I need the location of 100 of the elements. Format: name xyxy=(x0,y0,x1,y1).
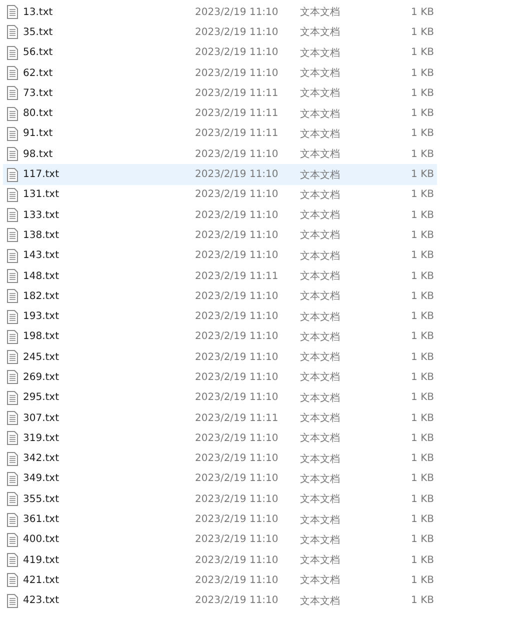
file-name: 117.txt xyxy=(23,169,60,180)
text-file-icon xyxy=(7,46,18,60)
file-date: 2023/2/19 11:10 xyxy=(195,331,280,342)
file-date: 2023/2/19 11:10 xyxy=(195,148,280,160)
file-date: 2023/2/19 11:10 xyxy=(195,514,280,526)
file-name: 80.txt xyxy=(23,108,53,120)
file-type: 文本文档 xyxy=(300,208,341,222)
text-file-icon xyxy=(7,289,18,304)
file-date: 2023/2/19 11:10 xyxy=(195,534,280,546)
file-type: 文本文档 xyxy=(300,492,341,506)
file-type: 文本文档 xyxy=(300,472,341,486)
file-row[interactable]: 355.txt 2023/2/19 11:10 文本文档 1 KB xyxy=(3,489,437,510)
text-file-icon xyxy=(7,532,18,547)
text-file-icon xyxy=(7,390,18,405)
file-name: 193.txt xyxy=(23,311,60,322)
file-row[interactable]: 198.txt 2023/2/19 11:10 文本文档 1 KB xyxy=(3,326,437,348)
file-date: 2023/2/19 11:11 xyxy=(195,108,280,120)
file-name: 98.txt xyxy=(23,148,53,160)
file-size: 1 KB xyxy=(410,554,435,566)
file-size: 1 KB xyxy=(410,148,435,160)
file-date: 2023/2/19 11:10 xyxy=(195,230,280,241)
file-name: 245.txt xyxy=(23,352,60,363)
file-date: 2023/2/19 11:10 xyxy=(195,6,280,18)
text-file-icon xyxy=(7,330,18,344)
file-type: 文本文档 xyxy=(300,594,341,608)
file-row[interactable]: 319.txt 2023/2/19 11:10 文本文档 1 KB xyxy=(3,428,437,449)
file-type: 文本文档 xyxy=(300,188,341,202)
file-row[interactable]: 98.txt 2023/2/19 11:10 文本文档 1 KB xyxy=(3,144,437,164)
file-row[interactable]: 131.txt 2023/2/19 11:10 文本文档 1 KB xyxy=(3,184,437,205)
file-row[interactable]: 56.txt 2023/2/19 11:10 文本文档 1 KB xyxy=(3,42,437,63)
file-date: 2023/2/19 11:11 xyxy=(195,88,280,99)
file-row[interactable]: 361.txt 2023/2/19 11:10 文本文档 1 KB xyxy=(3,509,437,530)
file-type: 文本文档 xyxy=(300,86,341,100)
text-file-icon xyxy=(7,25,18,40)
file-row[interactable]: 117.txt 2023/2/19 11:10 文本文档 1 KB xyxy=(3,164,437,185)
file-type: 文本文档 xyxy=(300,66,341,80)
file-name: 131.txt xyxy=(23,189,60,200)
text-file-icon xyxy=(7,66,18,80)
file-size: 1 KB xyxy=(410,128,435,140)
file-size: 1 KB xyxy=(410,6,435,18)
text-file-icon xyxy=(7,228,18,242)
file-date: 2023/2/19 11:10 xyxy=(195,68,280,79)
file-row[interactable]: 307.txt 2023/2/19 11:11 文本文档 1 KB xyxy=(3,408,437,428)
file-type: 文本文档 xyxy=(300,432,341,446)
file-size: 1 KB xyxy=(410,189,435,200)
file-row[interactable]: 400.txt 2023/2/19 11:10 文本文档 1 KB xyxy=(3,530,437,550)
file-type: 文本文档 xyxy=(300,574,341,588)
file-row[interactable]: 91.txt 2023/2/19 11:11 文本文档 1 KB xyxy=(3,124,437,144)
file-row[interactable]: 80.txt 2023/2/19 11:11 文本文档 1 KB xyxy=(3,103,437,124)
file-row[interactable]: 193.txt 2023/2/19 11:10 文本文档 1 KB xyxy=(3,306,437,327)
file-type: 文本文档 xyxy=(300,534,341,547)
file-size: 1 KB xyxy=(410,372,435,383)
text-file-icon xyxy=(7,512,18,527)
file-type: 文本文档 xyxy=(300,514,341,527)
file-name: 198.txt xyxy=(23,331,60,342)
file-row[interactable]: 182.txt 2023/2/19 11:10 文本文档 1 KB xyxy=(3,286,437,306)
file-type: 文本文档 xyxy=(300,330,341,344)
file-row[interactable]: 419.txt 2023/2/19 11:10 文本文档 1 KB xyxy=(3,550,437,570)
file-name: 423.txt xyxy=(23,595,60,606)
file-size: 1 KB xyxy=(410,432,435,444)
file-size: 1 KB xyxy=(410,534,435,546)
file-row[interactable]: 342.txt 2023/2/19 11:10 文本文档 1 KB xyxy=(3,448,437,469)
file-name: 269.txt xyxy=(23,372,60,383)
file-type: 文本文档 xyxy=(300,250,341,263)
file-row[interactable]: 245.txt 2023/2/19 11:10 文本文档 1 KB xyxy=(3,347,437,368)
file-row[interactable]: 349.txt 2023/2/19 11:10 文本文档 1 KB xyxy=(3,468,437,490)
file-row[interactable]: 148.txt 2023/2/19 11:11 文本文档 1 KB xyxy=(3,266,437,286)
file-row[interactable]: 295.txt 2023/2/19 11:10 文本文档 1 KB xyxy=(3,388,437,408)
text-file-icon xyxy=(7,452,18,466)
file-name: 400.txt xyxy=(23,534,60,546)
file-date: 2023/2/19 11:10 xyxy=(195,595,280,606)
file-name: 307.txt xyxy=(23,412,60,424)
file-name: 342.txt xyxy=(23,453,60,464)
file-row[interactable]: 143.txt 2023/2/19 11:10 文本文档 1 KB xyxy=(3,246,437,266)
file-row[interactable]: 73.txt 2023/2/19 11:11 文本文档 1 KB xyxy=(3,83,437,104)
file-row[interactable]: 423.txt 2023/2/19 11:10 文本文档 1 KB xyxy=(3,590,437,611)
file-type: 文本文档 xyxy=(300,392,341,405)
text-file-icon xyxy=(7,188,18,202)
file-name: 421.txt xyxy=(23,574,60,586)
file-row[interactable]: 269.txt 2023/2/19 11:10 文本文档 1 KB xyxy=(3,367,437,388)
file-row[interactable]: 133.txt 2023/2/19 11:10 文本文档 1 KB xyxy=(3,204,437,226)
file-size: 1 KB xyxy=(410,595,435,606)
file-row[interactable]: 138.txt 2023/2/19 11:10 文本文档 1 KB xyxy=(3,225,437,246)
file-name: 73.txt xyxy=(23,88,53,99)
file-date: 2023/2/19 11:10 xyxy=(195,290,280,302)
file-type: 文本文档 xyxy=(300,6,341,20)
text-file-icon xyxy=(7,431,18,446)
file-date: 2023/2/19 11:10 xyxy=(195,554,280,566)
file-size: 1 KB xyxy=(410,88,435,99)
file-size: 1 KB xyxy=(410,250,435,262)
file-row[interactable]: 62.txt 2023/2/19 11:10 文本文档 1 KB xyxy=(3,62,437,84)
file-name: 35.txt xyxy=(23,26,53,38)
file-row[interactable]: 421.txt 2023/2/19 11:10 文本文档 1 KB xyxy=(3,570,437,591)
file-type: 文本文档 xyxy=(300,228,341,242)
file-size: 1 KB xyxy=(410,392,435,404)
file-row[interactable]: 13.txt 2023/2/19 11:10 文本文档 1 KB xyxy=(3,2,437,22)
file-date: 2023/2/19 11:10 xyxy=(195,574,280,586)
file-size: 1 KB xyxy=(410,494,435,505)
text-file-icon xyxy=(7,553,18,568)
file-row[interactable]: 35.txt 2023/2/19 11:10 文本文档 1 KB xyxy=(3,22,437,43)
